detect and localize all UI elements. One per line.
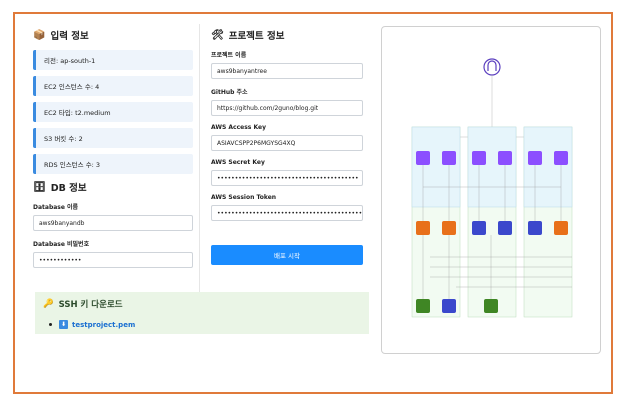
github-label: GitHub 주소 [211, 89, 248, 96]
tools-icon: 🛠 [211, 29, 224, 41]
ec2-icon [554, 221, 568, 235]
lambda-icon [442, 151, 456, 165]
info-item-ec2-type: EC2 타입: t2.medium [33, 102, 193, 122]
s3-icon [416, 299, 430, 313]
main-frame: 📦 입력 정보 리전: ap-south-1 EC2 인스턴스 수: 4 EC2… [13, 12, 613, 394]
top-service-icon [483, 58, 501, 76]
endpoint-icon [416, 151, 430, 165]
rds-icon [472, 221, 486, 235]
key-icon: 🔑 [43, 299, 54, 309]
column-divider [199, 24, 200, 292]
lambda-icon [498, 151, 512, 165]
deploy-button[interactable]: 배포 시작 [211, 245, 363, 265]
download-icon: ⬇ [59, 320, 68, 329]
secret-key-label: AWS Secret Key [211, 159, 265, 166]
ec2-icon [416, 221, 430, 235]
ssh-file-item[interactable]: ⬇ testproject.pem [43, 320, 361, 329]
endpoint-icon [528, 151, 542, 165]
box-icon: 📦 [33, 29, 46, 41]
project-column: 🛠 프로젝트 정보 프로젝트 이름 aws9banyantree GitHub … [211, 28, 363, 265]
db-name-input[interactable]: aws9banyandb [33, 215, 193, 231]
db-password-label: Database 비밀번호 [33, 241, 90, 248]
github-input[interactable]: https://github.com/2guno/blog.git [211, 100, 363, 116]
db-name-label: Database 이름 [33, 204, 79, 211]
architecture-svg [411, 58, 573, 318]
ec2-icon [442, 221, 456, 235]
rds-icon [498, 221, 512, 235]
s3-icon [484, 299, 498, 313]
rds-icon [528, 221, 542, 235]
access-key-input[interactable]: ASIAVCSPP2P6MGYSG4XQ [211, 135, 363, 151]
session-token-input[interactable]: ••••••••••••••••••••••••••••••••••••••••… [211, 205, 363, 221]
architecture-diagram [381, 26, 601, 354]
session-token-label: AWS Session Token [211, 194, 277, 201]
project-name-input[interactable]: aws9banyantree [211, 63, 363, 79]
db-info-heading: 🗄 DB 정보 [33, 181, 87, 195]
project-info-heading: 🛠 프로젝트 정보 [211, 29, 285, 43]
info-item-ec2-count: EC2 인스턴스 수: 4 [33, 76, 193, 96]
access-key-label: AWS Access Key [211, 124, 266, 131]
ssh-download-panel: 🔑 SSH 키 다운로드 ⬇ testproject.pem [35, 292, 369, 334]
info-item-rds-count: RDS 인스턴스 수: 3 [33, 154, 193, 174]
ssh-heading: 🔑 SSH 키 다운로드 [43, 299, 123, 310]
endpoint-icon [472, 151, 486, 165]
db-password-input[interactable]: •••••••••••• [33, 252, 193, 268]
bullet-icon [49, 323, 52, 326]
project-name-label: 프로젝트 이름 [211, 52, 247, 59]
lambda-icon [554, 151, 568, 165]
secret-key-input[interactable]: •••••••••••••••••••••••••••••••••••••••• [211, 170, 363, 186]
database-icon: 🗄 [33, 181, 46, 193]
rds-icon [442, 299, 456, 313]
ssh-file-link[interactable]: testproject.pem [72, 321, 135, 329]
left-column: 📦 입력 정보 리전: ap-south-1 EC2 인스턴스 수: 4 EC2… [33, 28, 193, 276]
info-item-region: 리전: ap-south-1 [33, 50, 193, 70]
input-info-heading: 📦 입력 정보 [33, 29, 89, 43]
info-item-s3-count: S3 버킷 수: 2 [33, 128, 193, 148]
